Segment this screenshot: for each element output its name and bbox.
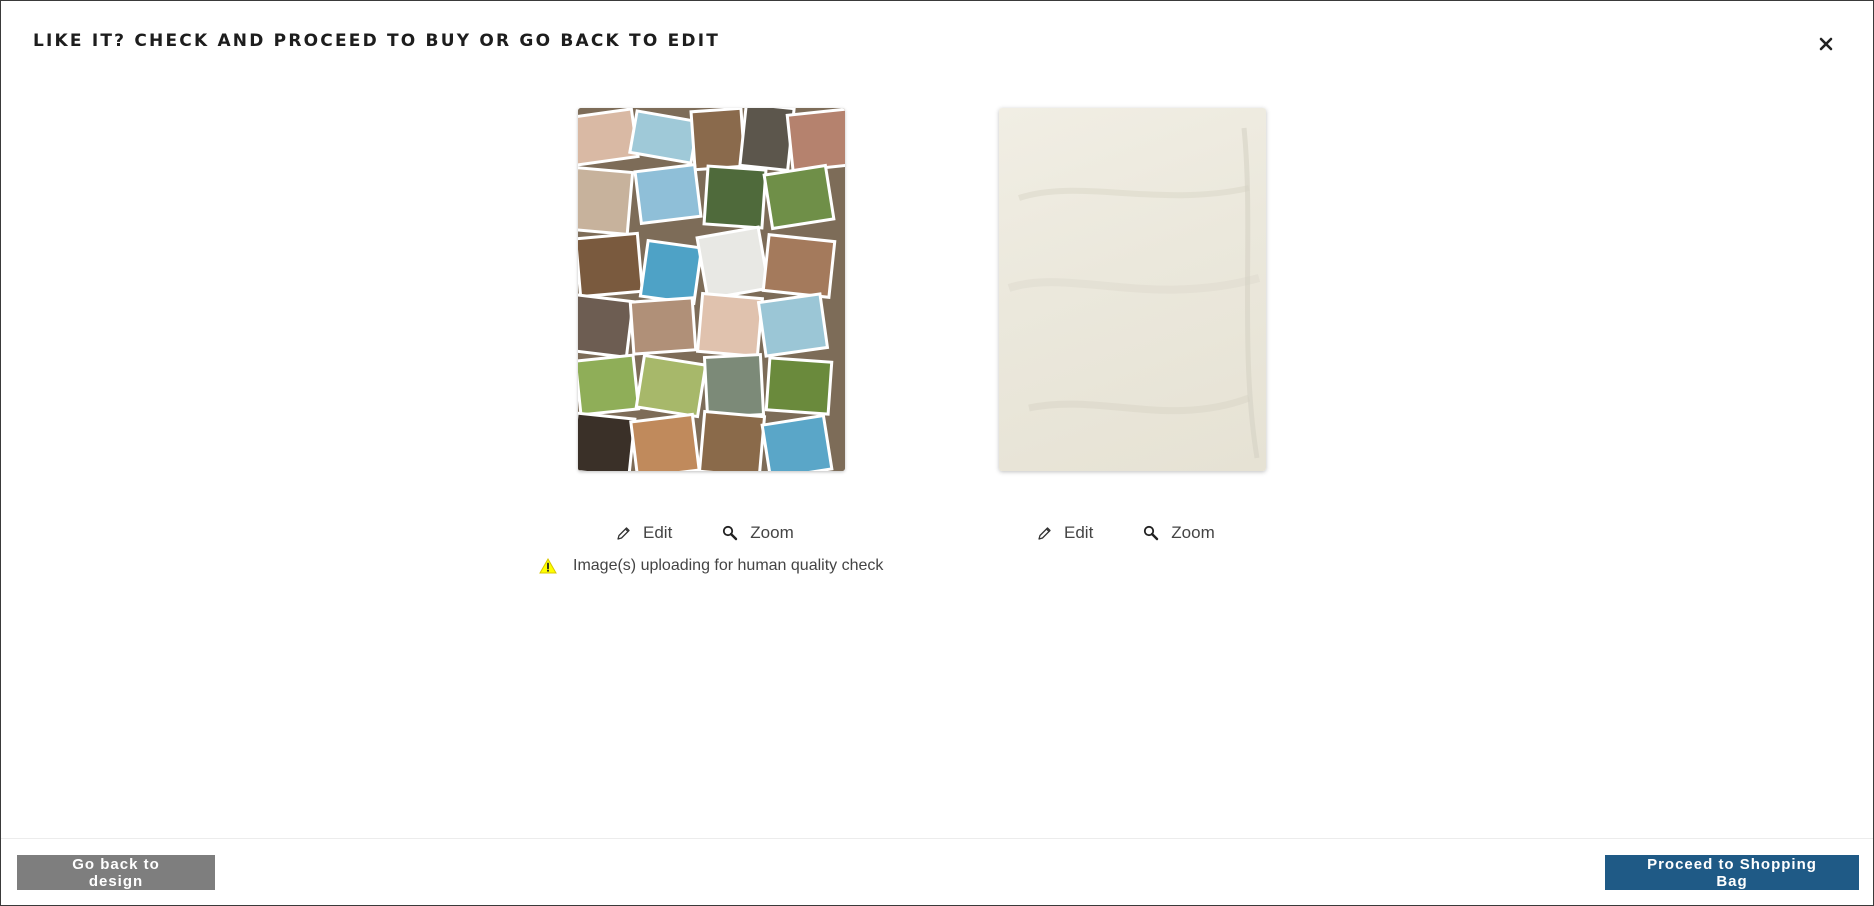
footer-divider: [1, 838, 1873, 839]
photo-collage-image: [578, 108, 845, 471]
upload-warning: Image(s) uploading for human quality che…: [539, 557, 883, 575]
proceed-to-shopping-bag-button[interactable]: Proceed to Shopping Bag: [1605, 855, 1859, 890]
edit-label-1: Edit: [643, 523, 673, 542]
product-2-actions: Edit Zoom: [1037, 521, 1215, 545]
edit-button-1[interactable]: Edit: [616, 523, 672, 543]
dialog-title: LIKE IT? CHECK AND PROCEED TO BUY OR GO …: [33, 31, 721, 51]
edit-label-2: Edit: [1064, 523, 1094, 542]
magnifier-icon: [1144, 525, 1159, 541]
zoom-label-2: Zoom: [1171, 523, 1215, 542]
pencil-icon: [1038, 526, 1051, 540]
warning-icon: [539, 558, 557, 574]
preview-dialog: LIKE IT? CHECK AND PROCEED TO BUY OR GO …: [0, 0, 1874, 906]
pencil-icon: [617, 526, 630, 540]
zoom-label-1: Zoom: [750, 523, 794, 542]
zoom-button-2[interactable]: Zoom: [1143, 523, 1215, 543]
warning-text: Image(s) uploading for human quality che…: [573, 557, 884, 574]
blank-blanket-image: [1007, 127, 1261, 459]
photo-collage-blanket-preview: [578, 108, 845, 471]
magnifier-icon: [723, 525, 738, 541]
zoom-button-1[interactable]: Zoom: [722, 523, 794, 543]
product-1-actions: Edit Zoom: [616, 521, 794, 545]
blank-blanket-preview: [999, 108, 1266, 471]
go-back-to-design-button[interactable]: Go back to design: [17, 855, 215, 890]
close-icon[interactable]: [1815, 33, 1837, 55]
edit-button-2[interactable]: Edit: [1037, 523, 1093, 543]
